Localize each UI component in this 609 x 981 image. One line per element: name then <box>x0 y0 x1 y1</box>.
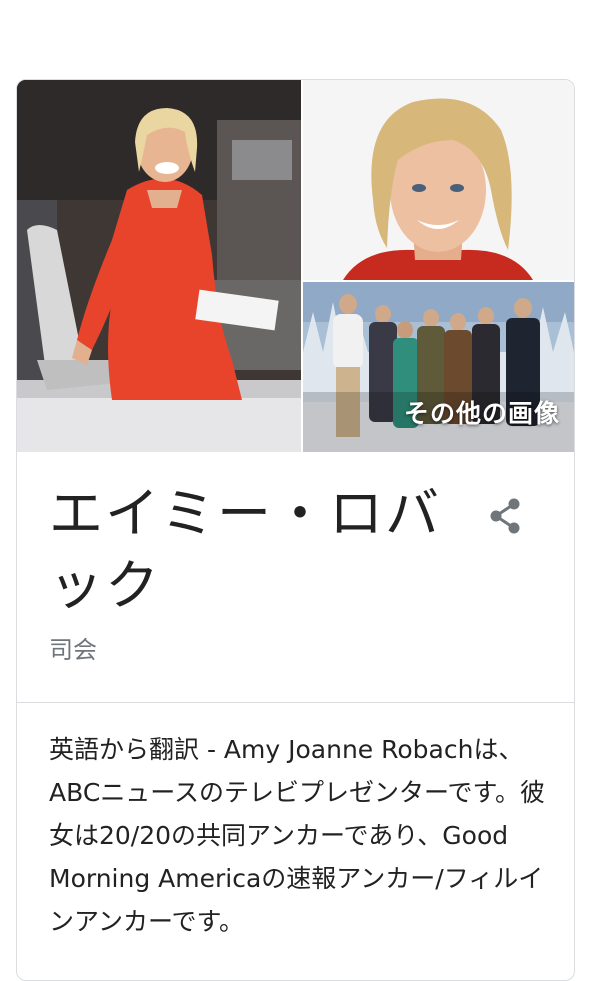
entity-subtitle: 司会 <box>49 636 97 664</box>
family-photo[interactable]: その他の画像 <box>303 282 574 452</box>
image-gallery: その他の画像 <box>17 80 574 452</box>
more-images-label[interactable]: その他の画像 <box>404 394 560 430</box>
entity-title: エイミー・ロバック <box>49 482 441 617</box>
divider <box>17 702 574 703</box>
portrait-photo[interactable] <box>303 80 574 280</box>
entity-description: 英語から翻訳 - Amy Joanne Robachは、ABCニュースのテレビプ… <box>49 735 546 936</box>
share-button[interactable] <box>481 492 529 540</box>
knowledge-panel: その他の画像 エイミー・ロバック 司会 英語から翻訳 - Amy Joanne … <box>16 79 575 981</box>
title-section: エイミー・ロバック 司会 <box>17 452 574 702</box>
share-icon <box>490 498 520 534</box>
main-photo[interactable] <box>17 80 301 452</box>
